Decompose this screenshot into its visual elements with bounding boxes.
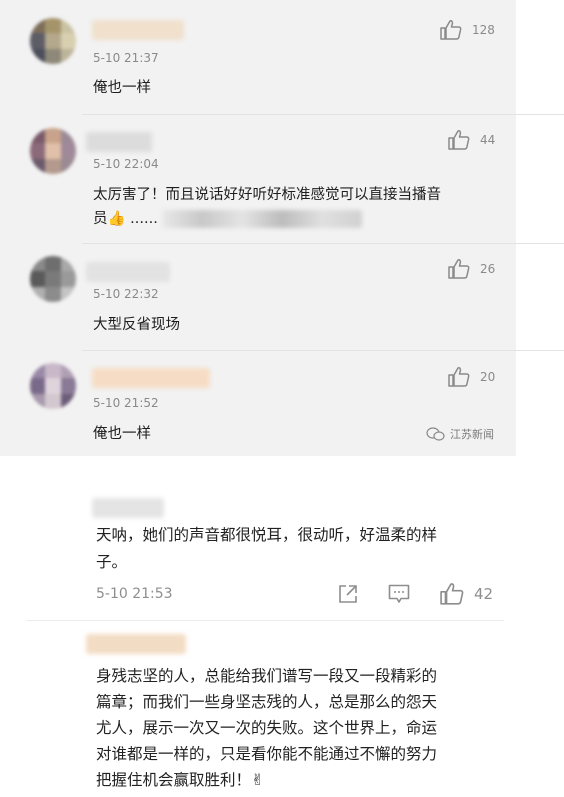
- comment-time: 5-10 22:04: [93, 157, 159, 171]
- nickname-blurred[interactable]: [86, 262, 170, 282]
- avatar[interactable]: [26, 632, 78, 684]
- comment-text: 大型反省现场: [93, 317, 180, 333]
- like-button[interactable]: 128: [440, 20, 495, 40]
- like-button[interactable]: 44: [448, 130, 495, 150]
- top-comments-panel: [0, 0, 516, 456]
- comment-text-line2: 员👍 ......: [93, 211, 158, 227]
- like-button[interactable]: 20: [448, 367, 495, 387]
- comment-text: 俺也一样: [93, 426, 151, 442]
- avatar-pixel: [30, 363, 46, 379]
- divider: [26, 620, 504, 621]
- thumbs-up-icon: [440, 583, 464, 605]
- share-icon[interactable]: [338, 584, 358, 604]
- comment-time: 5-10 21:37: [93, 51, 159, 65]
- comment-text: 俺也一样: [93, 80, 151, 96]
- avatar-pixel: [60, 143, 76, 159]
- avatar-pixel: [60, 286, 76, 302]
- avatar-pixel: [30, 128, 46, 144]
- avatar-pixel: [30, 18, 46, 34]
- avatar-pixel: [60, 271, 76, 287]
- avatar-pixel: [45, 256, 61, 272]
- avatar-pixel: [30, 393, 46, 409]
- avatar-pixel: [45, 143, 61, 159]
- thumbs-up-icon: [440, 20, 462, 40]
- avatar-pixel: [30, 286, 46, 302]
- avatar-pixel: [45, 33, 61, 49]
- thumbs-up-icon: [448, 367, 470, 387]
- nickname-blurred[interactable]: [92, 368, 210, 388]
- like-button[interactable]: 42: [440, 583, 493, 605]
- avatar[interactable]: [30, 18, 76, 64]
- comment-text-line2: 子。: [96, 553, 128, 571]
- comment-icon[interactable]: [388, 584, 410, 604]
- like-count: 128: [472, 23, 495, 37]
- avatar-pixel: [60, 393, 76, 409]
- comment-text-line4: 对谁都是一样的，只是看你能不能通过不懈的努力: [96, 745, 438, 763]
- avatar-pixel: [60, 48, 76, 64]
- divider: [82, 243, 564, 244]
- avatar[interactable]: [30, 256, 76, 302]
- nickname-blurred[interactable]: [92, 498, 164, 518]
- comment-time: 5-10 21:52: [93, 396, 159, 410]
- comment-text-line1: 天呐，她们的声音都很悦耳，很动听，好温柔的样: [96, 526, 438, 544]
- avatar-pixel: [60, 378, 76, 394]
- avatar-pixel: [45, 271, 61, 287]
- comment-text-line3: 尤人，展示一次又一次的失败。这个世界上，命运: [96, 719, 438, 737]
- avatar-pixel: [45, 378, 61, 394]
- avatar-pixel: [45, 286, 61, 302]
- avatar-pixel: [45, 48, 61, 64]
- avatar-pixel: [45, 158, 61, 174]
- avatar-pixel: [30, 33, 46, 49]
- wechat-icon: [426, 427, 445, 441]
- comment-text-line1: 身残志坚的人，总能给我们谱写一段又一段精彩的: [96, 667, 438, 685]
- avatar-pixel: [30, 48, 46, 64]
- avatar-pixel: [30, 158, 46, 174]
- avatar-pixel: [45, 363, 61, 379]
- avatar-pixel: [60, 128, 76, 144]
- nickname-blurred[interactable]: [86, 132, 152, 152]
- nickname-blurred[interactable]: [86, 634, 186, 654]
- avatar-pixel: [45, 18, 61, 34]
- like-count: 44: [480, 133, 496, 147]
- avatar-pixel: [45, 128, 61, 144]
- avatar[interactable]: [30, 128, 76, 174]
- comment-text-line5: 把握住机会赢取胜利！✌: [96, 771, 264, 789]
- nickname-blurred[interactable]: [92, 20, 184, 40]
- avatar-pixel: [60, 158, 76, 174]
- comment-text-line2: 篇章；而我们一些身坚志残的人，总是那么的怨天: [96, 693, 438, 711]
- avatar-pixel: [60, 18, 76, 34]
- avatar[interactable]: [30, 363, 76, 409]
- thumbs-up-icon: [448, 130, 470, 150]
- avatar[interactable]: [26, 494, 78, 546]
- avatar-pixel: [30, 143, 46, 159]
- avatar-pixel: [60, 256, 76, 272]
- avatar-pixel: [30, 378, 46, 394]
- like-button[interactable]: 26: [448, 259, 495, 279]
- avatar-pixel: [30, 271, 46, 287]
- thumbs-up-icon: [448, 259, 470, 279]
- watermark-text: 江苏新闻: [450, 428, 494, 441]
- avatar-pixel: [30, 256, 46, 272]
- like-count: 26: [480, 262, 496, 276]
- redacted-mention: [162, 210, 362, 228]
- divider: [82, 350, 564, 351]
- like-count: 42: [474, 585, 494, 603]
- avatar-pixel: [60, 33, 76, 49]
- comment-time: 5-10 21:53: [96, 586, 173, 602]
- like-count: 20: [480, 370, 496, 384]
- comment-time: 5-10 22:32: [93, 287, 159, 301]
- avatar-pixel: [60, 363, 76, 379]
- avatar-pixel: [45, 393, 61, 409]
- comment-text-line1: 太厉害了！而且说话好好听好标准感觉可以直接当播音: [93, 187, 441, 203]
- divider: [82, 114, 564, 115]
- source-watermark: 江苏新闻: [426, 426, 494, 442]
